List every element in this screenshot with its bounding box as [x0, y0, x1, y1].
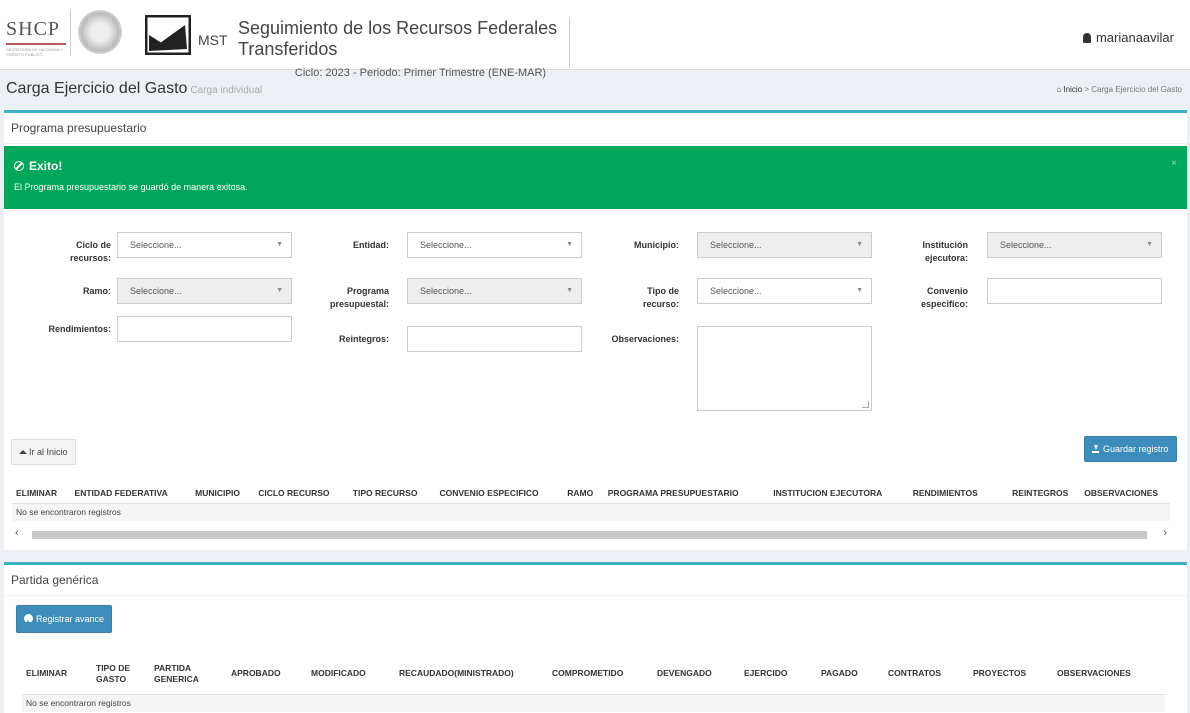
- col-header[interactable]: COMPROMETIDO: [548, 654, 653, 695]
- register-progress-button[interactable]: Registrar avance: [16, 605, 113, 637]
- label-programa: Programa presupuestal:: [329, 286, 389, 309]
- col-header[interactable]: MUNICIPIO: [191, 483, 255, 504]
- save-button[interactable]: Guardar registro: [1084, 436, 1177, 462]
- observaciones-textarea[interactable]: [697, 326, 872, 411]
- col-header[interactable]: RECAUDADO(MINISTRADO): [395, 654, 548, 695]
- col-header[interactable]: REINTEGROS: [995, 483, 1073, 504]
- ciclo-select[interactable]: Seleccione... ▼: [117, 232, 292, 258]
- scrollbar-thumb[interactable]: [32, 531, 1147, 539]
- shcp-logo: SHCP SECRETARÍA DE HACIENDA Y CRÉDITO PÚ…: [6, 18, 71, 57]
- table-header-row: ELIMINAR TIPO DE GASTO PARTIDA GENERICA …: [22, 654, 1165, 695]
- table-row: No se encontraron registros: [12, 503, 1170, 521]
- col-header[interactable]: CONVENIO ESPECIFICO: [435, 483, 564, 504]
- label-reintegros: Reintegros:: [338, 334, 389, 344]
- municipio-select[interactable]: Seleccione... ▼: [697, 232, 872, 258]
- mst-label: MST: [198, 32, 228, 48]
- breadcrumb: ⌂ Inicio > Carga Ejercicio del Gasto: [1056, 85, 1182, 94]
- programa-table: ELIMINAR ENTIDAD FEDERATIVA MUNICIPIO CI…: [12, 483, 1170, 521]
- partida-box: Partida genérica Registrar avance ELIMIN…: [4, 562, 1187, 713]
- table-row: No se encontraron registros: [22, 694, 1165, 712]
- page-title: Carga Ejercicio del Gasto Carga individua…: [6, 80, 263, 97]
- col-header[interactable]: APROBADO: [227, 654, 307, 695]
- success-alert: Exito! El Programa presupuestario se gua…: [4, 146, 1187, 209]
- partida-title: Partida genérica: [4, 565, 1187, 596]
- ramo-select[interactable]: Seleccione... ▼: [117, 278, 292, 304]
- label-entidad: Entidad:: [353, 240, 389, 250]
- ban-icon: [14, 161, 24, 171]
- user-menu[interactable]: marianaavilar: [1082, 30, 1174, 45]
- col-header[interactable]: ELIMINAR: [12, 483, 71, 504]
- empty-message: No se encontraron registros: [22, 694, 1165, 712]
- col-header[interactable]: RENDIMIENTOS: [908, 483, 996, 504]
- col-header[interactable]: TIPO RECURSO: [348, 483, 436, 504]
- top-header: SHCP SECRETARÍA DE HACIENDA Y CRÉDITO PÚ…: [0, 0, 1190, 79]
- partida-table: ELIMINAR TIPO DE GASTO PARTIDA GENERICA …: [22, 654, 1165, 712]
- page-header: Carga Ejercicio del Gasto Carga individua…: [0, 76, 1190, 106]
- col-header[interactable]: PROGRAMA PRESUPUESTARIO: [603, 483, 770, 504]
- label-municipio: Municipio:: [634, 240, 679, 250]
- institucion-select[interactable]: Seleccione... ▼: [987, 232, 1162, 258]
- col-header[interactable]: INSTITUCION EJECUTORA: [769, 483, 909, 504]
- col-header[interactable]: ELIMINAR: [22, 654, 92, 695]
- label-ramo: Ramo:: [82, 286, 111, 296]
- scroll-right-icon[interactable]: ›: [1163, 527, 1167, 539]
- horizontal-scrollbar[interactable]: ‹ ›: [12, 527, 1170, 543]
- col-header[interactable]: EJERCIDO: [740, 654, 817, 695]
- label-institucion: Institución ejecutora:: [922, 240, 969, 263]
- col-header[interactable]: RAMO: [563, 483, 604, 504]
- col-header[interactable]: CICLO RECURSO: [254, 483, 349, 504]
- app-title: Seguimiento de los Recursos Federales Tr…: [232, 18, 570, 79]
- mexico-seal-icon: [78, 10, 122, 54]
- col-header[interactable]: PAGADO: [817, 654, 884, 695]
- breadcrumb-current: Carga Ejercicio del Gasto: [1091, 85, 1182, 94]
- mst-logo-icon: [144, 14, 192, 56]
- col-header[interactable]: OBSERVACIONES: [1072, 483, 1170, 504]
- scroll-left-icon[interactable]: ‹: [15, 527, 19, 539]
- breadcrumb-home[interactable]: ⌂ Inicio: [1056, 85, 1082, 94]
- home-icon: [19, 450, 27, 454]
- convenio-input[interactable]: [987, 278, 1162, 304]
- entidad-select[interactable]: Seleccione... ▼: [407, 232, 582, 258]
- alert-message: El Programa presupuestario se guardó de …: [14, 182, 248, 192]
- rendimientos-input[interactable]: [117, 316, 292, 342]
- alert-close-button[interactable]: ×: [1171, 158, 1177, 169]
- home-button[interactable]: Ir al Inicio: [11, 439, 76, 465]
- empty-message: No se encontraron registros: [12, 503, 1170, 521]
- col-header[interactable]: MODIFICADO: [307, 654, 395, 695]
- col-header[interactable]: CONTRATOS: [884, 654, 969, 695]
- label-tipo: Tipo de recurso:: [642, 286, 679, 309]
- programa-box: Programa presupuestario Exito! El Progra…: [4, 110, 1187, 550]
- col-header[interactable]: OBSERVACIONES: [1053, 654, 1165, 695]
- label-rendimientos: Rendimientos:: [48, 324, 111, 334]
- user-icon: [1082, 33, 1091, 43]
- label-convenio: Convenio especifico:: [920, 286, 968, 309]
- col-header[interactable]: PARTIDA GENERICA: [150, 654, 227, 695]
- tipo-recurso-select[interactable]: Seleccione... ▼: [697, 278, 872, 304]
- plus-circle-icon: [24, 611, 33, 637]
- label-observaciones: Observaciones:: [611, 334, 679, 344]
- col-header[interactable]: PROYECTOS: [969, 654, 1053, 695]
- page-subtitle: Carga individual: [190, 85, 263, 96]
- download-icon: [1092, 445, 1099, 453]
- label-ciclo: Ciclo de recursos:: [69, 240, 111, 263]
- table-header-row: ELIMINAR ENTIDAD FEDERATIVA MUNICIPIO CI…: [12, 483, 1170, 504]
- col-header[interactable]: TIPO DE GASTO: [92, 654, 150, 695]
- reintegros-input[interactable]: [407, 326, 582, 352]
- col-header[interactable]: ENTIDAD FEDERATIVA: [70, 483, 192, 504]
- programa-select[interactable]: Seleccione... ▼: [407, 278, 582, 304]
- col-header[interactable]: DEVENGADO: [653, 654, 740, 695]
- programa-title: Programa presupuestario: [4, 113, 1187, 144]
